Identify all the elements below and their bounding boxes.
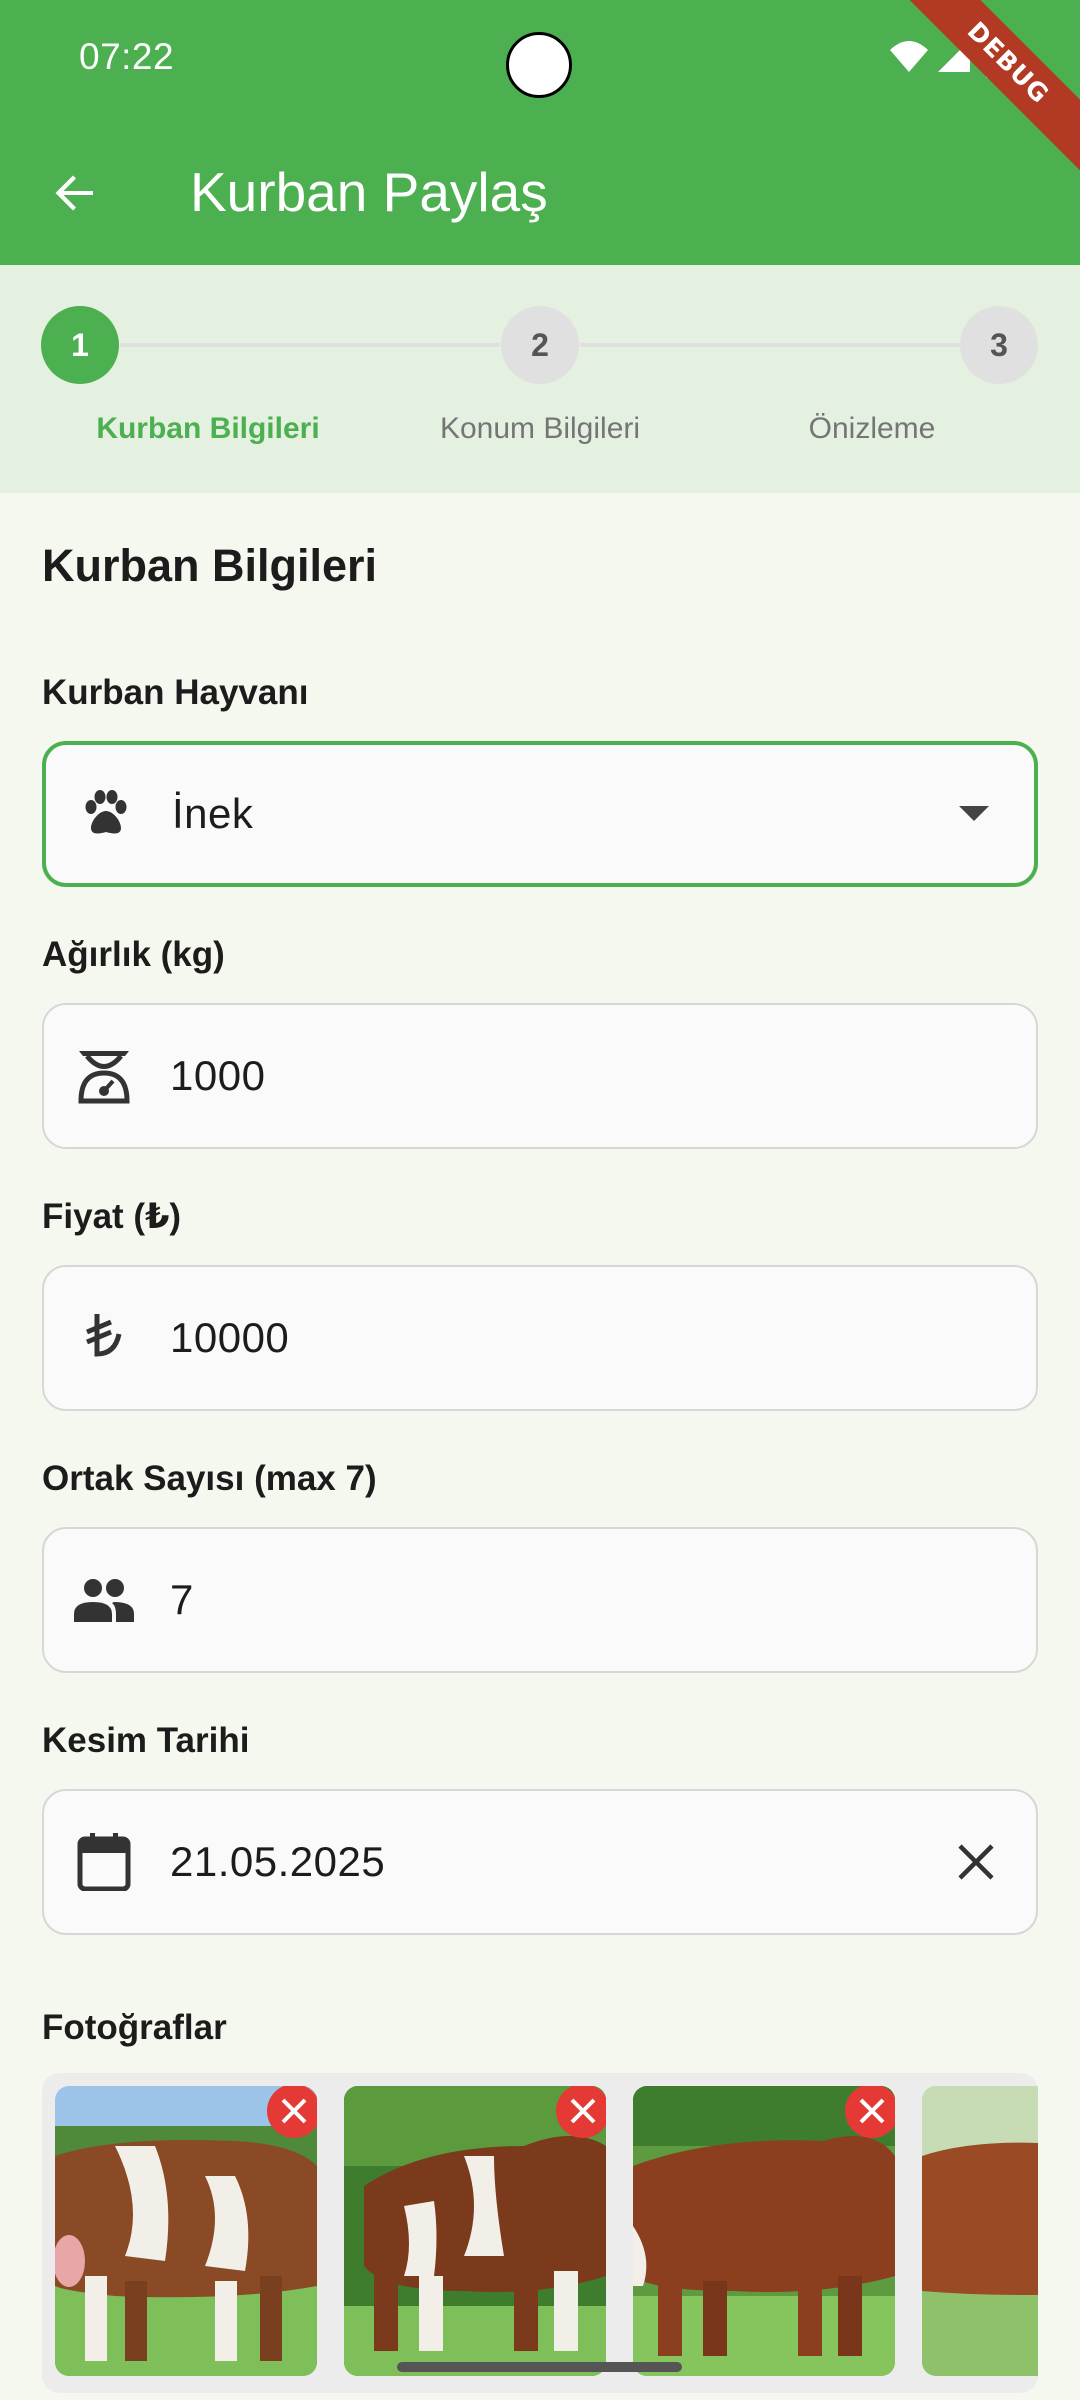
- lira-icon: [74, 1308, 134, 1368]
- status-time: 07:22: [79, 36, 175, 77]
- weight-field[interactable]: 1000: [42, 1003, 1038, 1149]
- scroll-indicator[interactable]: [397, 2362, 682, 2372]
- wifi-icon: [890, 41, 928, 72]
- partners-field[interactable]: 7: [42, 1527, 1038, 1673]
- screen: 07:22 DEBUG Kurban Paylaş 1 2 3 Kurban B…: [0, 0, 1080, 2400]
- animal-dropdown[interactable]: İnek: [42, 741, 1038, 887]
- animal-label: Kurban Hayvanı: [42, 673, 309, 712]
- photos-label: Fotoğraflar: [42, 2008, 227, 2047]
- calendar-icon: [74, 1832, 134, 1892]
- step-2-indicator[interactable]: 2: [501, 306, 579, 384]
- animal-value: İnek: [172, 790, 254, 837]
- step-1-indicator[interactable]: 1: [41, 306, 119, 384]
- remove-photo-button[interactable]: [267, 2086, 317, 2138]
- page-title: Kurban Paylaş: [190, 161, 548, 223]
- photo-thumbnail[interactable]: [344, 2086, 606, 2376]
- scale-icon: [74, 1046, 134, 1106]
- photo-strip[interactable]: [42, 2073, 1038, 2393]
- people-icon: [74, 1570, 134, 1630]
- step-2-label: Konum Bilgileri: [439, 412, 641, 445]
- close-icon: [570, 2098, 596, 2124]
- close-icon: [859, 2098, 885, 2124]
- debug-ribbon: DEBUG: [884, 0, 1080, 187]
- app-bar: 07:22 DEBUG Kurban Paylaş: [0, 0, 1080, 265]
- price-field[interactable]: 10000: [42, 1265, 1038, 1411]
- step-3-label: Önizleme: [808, 412, 936, 445]
- date-label: Kesim Tarihi: [42, 1721, 250, 1760]
- remove-photo-button[interactable]: [556, 2086, 606, 2138]
- photo-thumbnail[interactable]: [55, 2086, 317, 2376]
- camera-cutout: [506, 32, 572, 98]
- close-icon: [281, 2098, 307, 2124]
- weight-value: 1000: [170, 1052, 266, 1099]
- photo-thumbnail[interactable]: [633, 2086, 895, 2376]
- weight-label: Ağırlık (kg): [42, 935, 225, 974]
- section-title: Kurban Bilgileri: [42, 540, 378, 591]
- back-button[interactable]: [40, 158, 110, 228]
- step-3-indicator[interactable]: 3: [960, 306, 1038, 384]
- step-connector: [580, 343, 960, 347]
- partners-label: Ortak Sayısı (max 7): [42, 1459, 377, 1498]
- date-value: 21.05.2025: [170, 1838, 386, 1885]
- price-label: Fiyat (₺): [42, 1197, 182, 1236]
- paw-icon: [76, 784, 136, 844]
- arrow-back-icon: [55, 175, 93, 211]
- step-1-label: Kurban Bilgileri: [96, 412, 320, 445]
- photo-thumbnail[interactable]: [922, 2086, 1038, 2376]
- date-field[interactable]: 21.05.2025: [42, 1789, 1038, 1935]
- remove-photo-button[interactable]: [845, 2086, 895, 2138]
- price-value: 10000: [170, 1314, 290, 1361]
- clear-icon[interactable]: [946, 1832, 1006, 1892]
- step-connector: [120, 343, 500, 347]
- partners-value: 7: [170, 1576, 194, 1623]
- dropdown-arrow-icon[interactable]: [944, 784, 1004, 844]
- cow-photo: [922, 2086, 1038, 2376]
- stepper: 1 2 3 Kurban Bilgileri Konum Bilgileri Ö…: [0, 265, 1080, 493]
